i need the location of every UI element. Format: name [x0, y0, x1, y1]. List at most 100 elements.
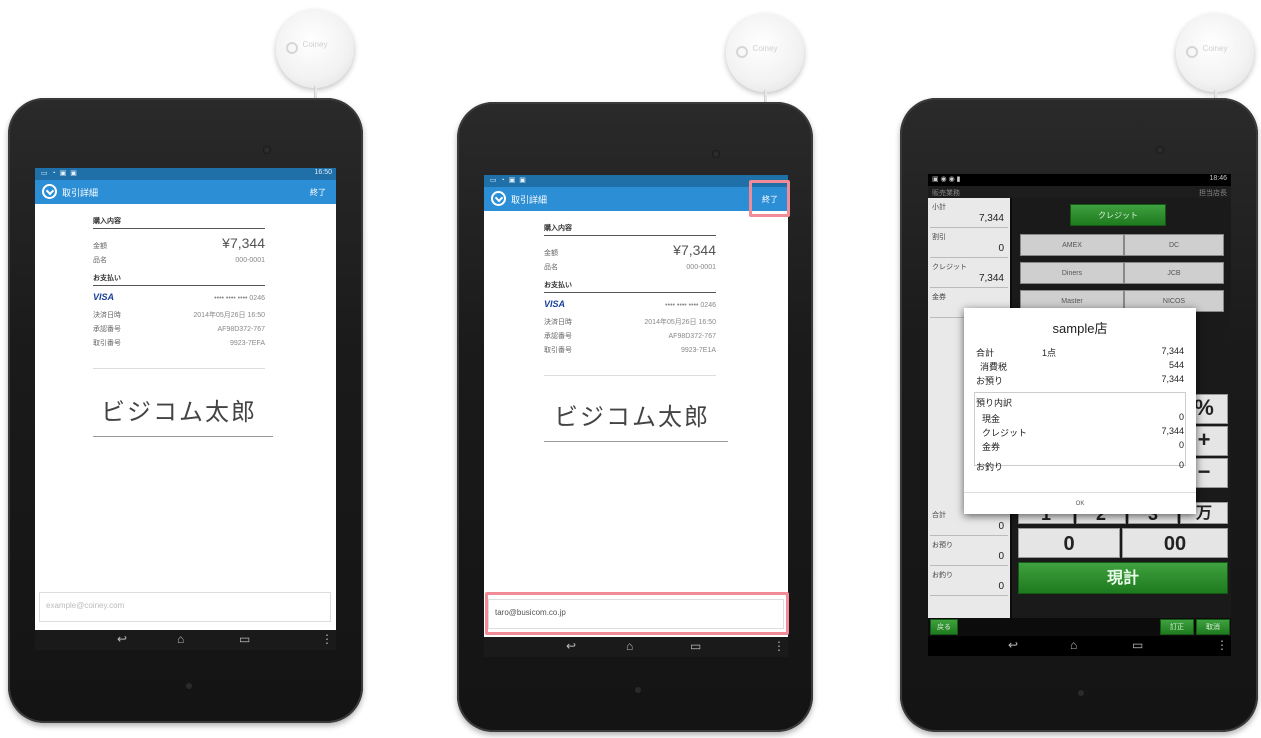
- double-zero-key[interactable]: 00: [1122, 528, 1228, 558]
- total-amount: ¥7,344: [222, 235, 265, 251]
- home-icon[interactable]: ⌂: [626, 639, 633, 653]
- change-value: 0: [998, 581, 1004, 592]
- purchase-header: 購入内容: [544, 223, 716, 236]
- signature: ビジコム太郎: [554, 403, 710, 431]
- reader-logo-text: Coiney: [302, 40, 328, 49]
- screen-3: ▣ ◉ ◉ ▮ 18:46 販売業務 担当店長 小計 7,344 割引 0 クレジッ…: [928, 174, 1231, 656]
- approval-label: 承認番号: [93, 326, 121, 333]
- visa-logo: VISA: [93, 292, 115, 302]
- payment-header: お支払い: [93, 273, 265, 286]
- home-icon[interactable]: ⌂: [177, 632, 184, 646]
- item-label: 品名: [93, 257, 107, 264]
- zero-key[interactable]: 0: [1018, 528, 1120, 558]
- change-label: お釣り: [932, 572, 953, 579]
- reader-logo-text: Coiney: [752, 44, 778, 53]
- voucher-label: 金券: [932, 294, 946, 301]
- cancel-button[interactable]: 取消: [1196, 619, 1230, 635]
- dlg-deposit-value: 7,344: [1161, 374, 1184, 384]
- card-dc[interactable]: DC: [1124, 234, 1224, 256]
- transaction-value: 9923-7EFA: [229, 340, 265, 347]
- item-value: 000-0001: [235, 257, 265, 264]
- correct-button[interactable]: 訂正: [1160, 619, 1194, 635]
- dlg-total-label: 合計: [976, 348, 995, 358]
- menu-icon[interactable]: ⋮: [773, 639, 785, 653]
- back-icon[interactable]: ↩: [117, 632, 127, 646]
- email-field-highlight: [485, 592, 789, 635]
- dialog-title: sample店: [1052, 321, 1108, 336]
- status-time: 18:46: [1209, 175, 1227, 182]
- recents-icon[interactable]: ▭: [239, 632, 250, 646]
- signature: ビジコム太郎: [101, 398, 257, 426]
- front-camera: [712, 150, 720, 158]
- finish-button[interactable]: 終了: [310, 187, 326, 198]
- front-camera: [263, 146, 271, 154]
- dlg-total-count: 1点: [1042, 348, 1057, 358]
- tablet-1: ▭ ◔ ▣ ▣ 16:50 取引詳細 終了 購入内容 金額 ¥7,344 品名 00…: [8, 98, 363, 723]
- dlg-change-label: お釣り: [976, 462, 1004, 472]
- back-button[interactable]: 戻る: [930, 619, 958, 635]
- deposit-label: お預り: [932, 542, 953, 549]
- app-bar: 取引詳細 終了: [484, 187, 788, 211]
- subtotal-label: 小計: [932, 204, 946, 211]
- transaction-value: 9923-7E1A: [680, 347, 716, 354]
- menu-icon[interactable]: ⋮: [321, 632, 333, 646]
- dlg-breakdown-label: 預り内訳: [976, 398, 1013, 408]
- status-bar: ▣ ◉ ◉ ▮ 18:46: [928, 174, 1231, 186]
- home-icon[interactable]: ⌂: [1070, 638, 1077, 652]
- action-bar: 戻る 訂正 取消: [928, 618, 1231, 636]
- date-label: 決済日時: [544, 319, 572, 326]
- speaker: [186, 683, 192, 689]
- screen-2: ▭ ◔ ▣ ▣ 取引詳細 終了 購入内容 金額 ¥7,344 品名 000-0001…: [484, 175, 788, 657]
- dlg-credit-label: クレジット: [982, 428, 1028, 438]
- credit-button[interactable]: クレジット: [1070, 204, 1166, 226]
- speaker: [635, 687, 641, 693]
- date-label: 決済日時: [93, 312, 121, 319]
- reader-logo-text: Coiney: [1202, 44, 1228, 53]
- finish-button-highlight: [749, 180, 790, 217]
- card-jcb[interactable]: JCB: [1124, 262, 1224, 284]
- summary-dialog: sample店 合計 1点 7,344 消費税 544 お預り 7,344 預り内訳 現…: [964, 308, 1196, 514]
- recents-icon[interactable]: ▭: [1132, 638, 1143, 652]
- nav-bar: ↩ ⌂ ▭ ⋮: [928, 636, 1231, 656]
- menu-icon[interactable]: ⋮: [1216, 638, 1228, 652]
- genkei-button[interactable]: 現計: [1018, 562, 1228, 594]
- card-diners[interactable]: Diners: [1020, 262, 1124, 284]
- dlg-deposit-label: お預り: [976, 376, 1004, 386]
- notification-icons: ▭ ◔ ▣ ▣: [41, 170, 78, 177]
- dlg-voucher-label: 金券: [982, 442, 1001, 452]
- transaction-label: 取引番号: [544, 347, 572, 354]
- dlg-voucher-value: 0: [1178, 440, 1184, 450]
- payment-header: お支払い: [544, 280, 716, 293]
- purchase-header: 購入内容: [93, 216, 265, 229]
- date-value: 2014年05月26日 16:50: [644, 319, 716, 326]
- receipt-divider: [93, 368, 265, 369]
- subtotal-value: 7,344: [978, 213, 1004, 224]
- status-bar: ▭ ◔ ▣ ▣ 16:50: [35, 168, 336, 180]
- credit-value: 7,344: [978, 273, 1004, 284]
- front-camera: [1156, 146, 1164, 154]
- total-label: 金額: [93, 243, 107, 250]
- notification-icons: ▭ ◔ ▣ ▣: [490, 177, 527, 184]
- email-field[interactable]: example@coiney.com: [39, 592, 331, 622]
- total-value: 0: [998, 521, 1004, 532]
- card-reader-3: Coiney: [1176, 14, 1254, 92]
- signature-line: [93, 436, 273, 437]
- tablet-3: ▣ ◉ ◉ ▮ 18:46 販売業務 担当店長 小計 7,344 割引 0 クレジッ…: [900, 98, 1258, 732]
- back-icon[interactable]: [491, 191, 506, 206]
- total-label: 金額: [544, 250, 558, 257]
- dlg-tax-value: 544: [1168, 360, 1184, 370]
- ok-button[interactable]: OK: [964, 492, 1196, 514]
- total-amount: ¥7,344: [673, 242, 716, 258]
- recents-icon[interactable]: ▭: [690, 639, 701, 653]
- card-amex[interactable]: AMEX: [1020, 234, 1124, 256]
- back-icon[interactable]: [42, 184, 57, 199]
- approval-value: AF98D372-767: [217, 326, 265, 333]
- dlg-change-value: 0: [1178, 460, 1184, 470]
- discount-label: 割引: [932, 234, 946, 241]
- pos-header: 販売業務 担当店長: [928, 186, 1231, 198]
- approval-value: AF98D372-767: [668, 333, 716, 340]
- back-icon[interactable]: ↩: [1008, 638, 1018, 652]
- item-value: 000-0001: [686, 264, 716, 271]
- page-title: 取引詳細: [511, 195, 548, 205]
- back-icon[interactable]: ↩: [566, 639, 576, 653]
